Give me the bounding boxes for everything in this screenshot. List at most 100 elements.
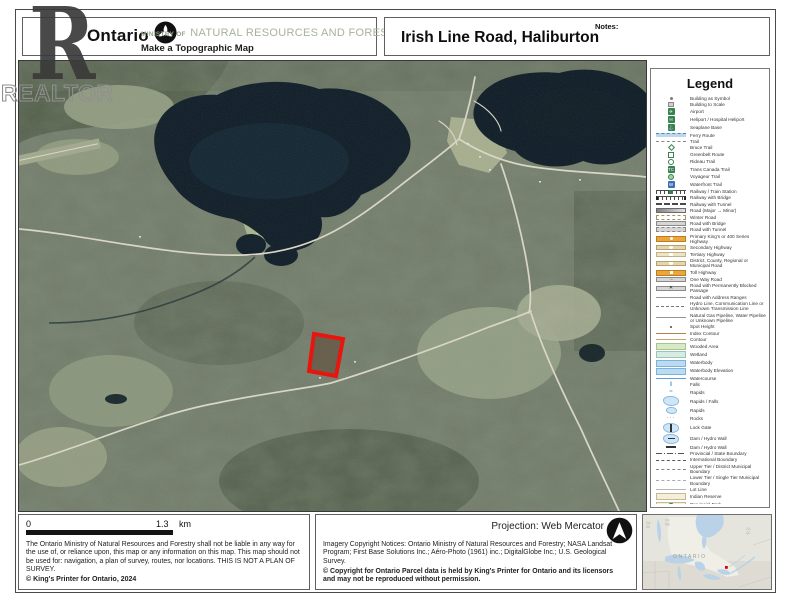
legend-item-label: Lower Tier / Single Tier Municipal Bound… <box>690 475 766 486</box>
legend-item-label: International Boundary <box>690 457 737 462</box>
credits-box: Projection: Web Mercator Imagery Copyrig… <box>315 514 637 590</box>
scale-bar <box>26 530 173 535</box>
reserve-symbol <box>655 493 687 500</box>
legend-item-label: Rocks <box>690 416 703 421</box>
legend-item-label: Upper Tier / District Municipal Boundary <box>690 464 766 475</box>
legend-item: Rapids / Falls <box>655 396 766 407</box>
legend-item: Natural Gas Pipeline, Water Pipeline or … <box>655 312 766 324</box>
legend-panel: Legend Building as SymbolBuilding to Sca… <box>650 68 770 508</box>
legend-item: Dam / Hydro Wall <box>655 433 766 444</box>
rapids-falls-symbol <box>655 396 687 406</box>
location-dot <box>725 566 728 569</box>
bruce-symbol <box>655 145 687 150</box>
legend-item-label: Natural Gas Pipeline, Water Pipeline or … <box>690 313 766 324</box>
legend-item-label: Winter Road <box>690 215 716 220</box>
legend-item: ≈Rapids <box>655 389 766 396</box>
legend-item-label: Index Contour <box>690 331 719 336</box>
intl-bound-symbol <box>655 460 687 461</box>
legend-item: Greenbelt Route <box>655 151 766 158</box>
scale-disclaimer-box: 0 1.3 km The Ontario Ministry of Natural… <box>18 514 310 590</box>
legend-item: ···Rocks <box>655 415 766 422</box>
page: { "watermark": { "letter": "R", "text": … <box>0 0 792 612</box>
legend-item-label: Contour <box>690 337 707 342</box>
rapids-symbol: ≈ <box>655 389 687 395</box>
trail-symbol <box>655 141 687 142</box>
legend-item-label: Building to Scale <box>690 102 725 107</box>
ministry-prefix: MINISTRY OF <box>141 31 186 38</box>
waterfront-symbol: W <box>655 181 687 188</box>
legend-item: TCTrans Canada Trail <box>655 165 766 173</box>
legend-item-label: Airport <box>690 109 704 114</box>
legend-item-label: Railway with Tunnel <box>690 202 731 207</box>
legend-item-label: Dam / Hydro Wall <box>690 436 727 441</box>
legend-item-label: Secondary Highway <box>690 245 732 250</box>
legend-item: Wetland <box>655 351 766 359</box>
legend-item-label: Building as Symbol <box>690 96 730 101</box>
legend-item-label: Provincial Park <box>690 502 721 504</box>
svg-text:MB: MB <box>665 522 670 526</box>
legend-items: Building as SymbolBuilding to Scale✈Airp… <box>655 95 766 504</box>
legend-item-label: Ferry Route <box>690 133 715 138</box>
tct-symbol: TC <box>655 166 687 173</box>
legend-item: ⚓Seaplane Base <box>655 124 766 132</box>
legend-item: WWaterfront Trail <box>655 180 766 188</box>
legend-item: Waterbody <box>655 359 766 367</box>
notes-label: Notes: <box>595 22 618 31</box>
bldg-scale-symbol <box>655 102 687 107</box>
legend-item: Toll Highway <box>655 269 766 276</box>
dam2-symbol <box>655 446 687 448</box>
legend-item: Waterbody Elevation <box>655 367 766 375</box>
legend-item-label: Wetland <box>690 352 707 357</box>
road-major-symbol <box>655 208 687 213</box>
legend-item: HHeliport / Hospital Heliport <box>655 116 766 124</box>
scale-end-label: 1.3 <box>156 519 169 529</box>
airport-symbol: ✈ <box>655 108 687 115</box>
legend-item-label: Watercourse <box>690 376 716 381</box>
railway-symbol <box>655 190 687 194</box>
legend-item: Voyageur Trail <box>655 173 766 180</box>
legend-item: ✈Airport <box>655 108 766 116</box>
legend-item-label: Waterbody <box>690 360 713 365</box>
legend-item-label: Road (Major → Minor) <box>690 208 736 213</box>
svg-text:QC: QC <box>746 531 751 535</box>
legend-item: Lock Gate <box>655 422 766 433</box>
waterbody-symbol <box>655 360 687 367</box>
header-brand-box: Ontario MINISTRY OF NATURAL RESOURCES AN… <box>22 17 377 56</box>
legend-item-label: Heliport / Hospital Heliport <box>690 117 744 122</box>
legend-item: Rideau Trail <box>655 158 766 165</box>
aerial-imagery <box>19 61 646 511</box>
legend-item-label: Trail <box>690 139 699 144</box>
legend-item-label: Road with Address Ranges <box>690 295 747 300</box>
heliport-symbol: H <box>655 116 687 123</box>
index-contour-symbol <box>655 333 687 334</box>
hwy-ter-symbol <box>655 252 687 257</box>
ontario-wordmark: Ontario <box>87 26 149 46</box>
legend-item-label: Provincial / State Boundary <box>690 451 747 456</box>
page-title: Irish Line Road, Haliburton <box>401 29 599 47</box>
legend-item-label: Primary King's or 400 Series Highway <box>690 234 766 245</box>
rapids2-symbol <box>655 407 687 414</box>
wb-elev-symbol <box>655 368 687 375</box>
legend-item-label: Railway with Bridge <box>690 195 731 200</box>
rocks-symbol: ··· <box>655 415 687 421</box>
rail-bridge-symbol <box>655 196 687 200</box>
toll-symbol <box>655 270 687 276</box>
spot-symbol <box>655 326 687 329</box>
upper-bound-symbol <box>655 469 687 470</box>
ministry-name: NATURAL RESOURCES AND FORESTRY <box>190 27 410 39</box>
legend-item-label: Voyageur Trail <box>690 174 720 179</box>
legend-item-label: Lot Line <box>690 487 707 492</box>
inset-map-box: ONTARIO CASK CAMB CAQC <box>642 514 772 590</box>
pipeline-symbol <box>655 317 687 318</box>
prov-park-symbol <box>655 502 687 504</box>
legend-item: Hydro Line, Communication Line or Unknow… <box>655 300 766 312</box>
legend-item-label: Dam / Hydro Wall <box>690 445 727 450</box>
road-county-symbol <box>655 261 687 266</box>
hwy-400-symbol <box>655 236 687 242</box>
legend-item: Lower Tier / Single Tier Municipal Bound… <box>655 475 766 487</box>
watercourse-symbol <box>655 378 687 379</box>
hydro-symbol <box>655 306 687 307</box>
disclaimer-text: The Ontario Ministry of Natural Resource… <box>26 541 304 574</box>
road-bridge-symbol <box>655 221 687 226</box>
contour-symbol <box>655 339 687 340</box>
